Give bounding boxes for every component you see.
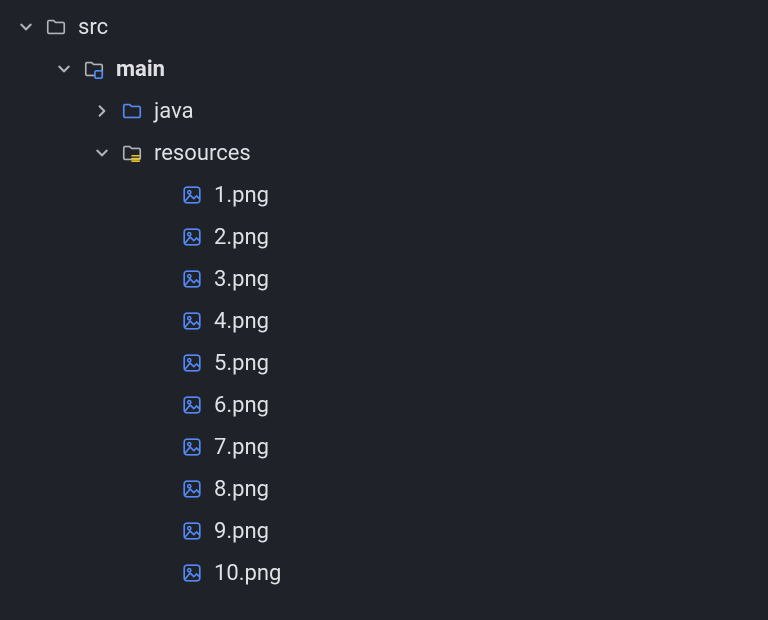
chevron-down-icon [16, 17, 36, 37]
tree-item-main[interactable]: main [4, 48, 768, 90]
tree-item-label: java [154, 99, 194, 124]
tree-item-src[interactable]: src [4, 6, 768, 48]
tree-item-label: 8.png [214, 477, 269, 502]
tree-item-file[interactable]: 3.png [4, 258, 768, 300]
tree-item-file[interactable]: 9.png [4, 510, 768, 552]
tree-item-label: main [116, 57, 165, 82]
image-file-icon [180, 267, 204, 291]
tree-item-file[interactable]: 7.png [4, 426, 768, 468]
tree-item-file[interactable]: 8.png [4, 468, 768, 510]
source-folder-icon [120, 99, 144, 123]
image-file-icon [180, 393, 204, 417]
module-folder-icon [82, 57, 106, 81]
image-file-icon [180, 561, 204, 585]
tree-item-file[interactable]: 1.png [4, 174, 768, 216]
tree-item-label: src [78, 15, 108, 40]
tree-item-label: 10.png [214, 561, 281, 586]
tree-item-label: 5.png [214, 351, 269, 376]
image-file-icon [180, 477, 204, 501]
tree-item-label: 4.png [214, 309, 269, 334]
image-file-icon [180, 183, 204, 207]
chevron-down-icon [54, 59, 74, 79]
tree-item-file[interactable]: 5.png [4, 342, 768, 384]
tree-item-label: 1.png [214, 183, 269, 208]
resources-files-list: 1.png 2.png 3.png 4.png 5.png 6.png 7.pn… [4, 174, 768, 594]
tree-item-label: 9.png [214, 519, 269, 544]
tree-item-label: 3.png [214, 267, 269, 292]
tree-item-java[interactable]: java [4, 90, 768, 132]
image-file-icon [180, 519, 204, 543]
image-file-icon [180, 351, 204, 375]
tree-item-file[interactable]: 4.png [4, 300, 768, 342]
project-tree: src main java [0, 0, 768, 594]
tree-item-file[interactable]: 6.png [4, 384, 768, 426]
resources-folder-icon [120, 141, 144, 165]
image-file-icon [180, 309, 204, 333]
tree-item-label: resources [154, 141, 251, 166]
image-file-icon [180, 435, 204, 459]
image-file-icon [180, 225, 204, 249]
chevron-right-icon [92, 101, 112, 121]
tree-item-resources[interactable]: resources [4, 132, 768, 174]
tree-item-label: 7.png [214, 435, 269, 460]
chevron-down-icon [92, 143, 112, 163]
tree-item-file[interactable]: 10.png [4, 552, 768, 594]
tree-item-label: 6.png [214, 393, 269, 418]
tree-item-label: 2.png [214, 225, 269, 250]
folder-icon [44, 15, 68, 39]
tree-item-file[interactable]: 2.png [4, 216, 768, 258]
